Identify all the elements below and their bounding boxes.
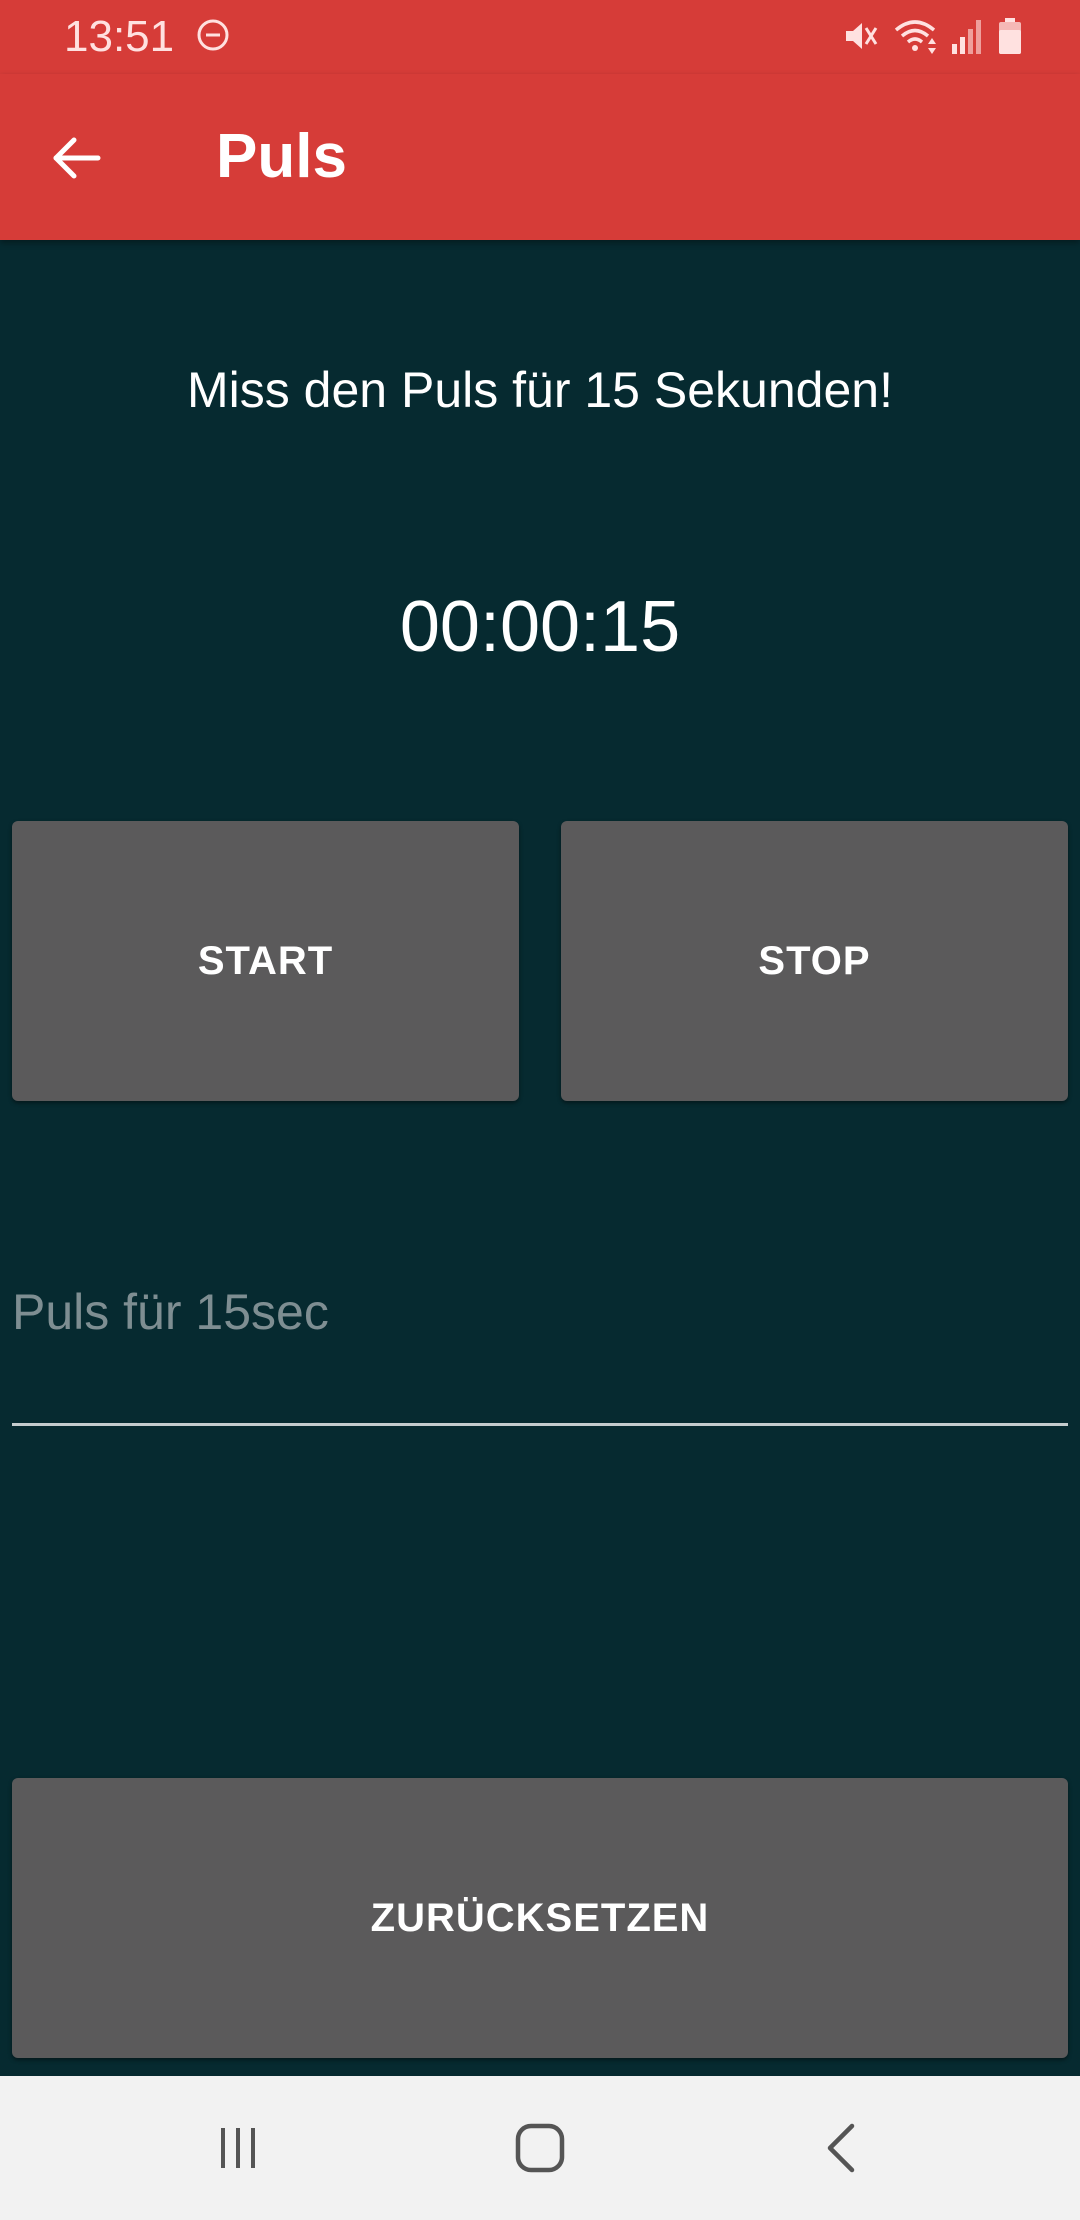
navigation-bar <box>0 2076 1080 2220</box>
page-title: Puls <box>216 122 347 191</box>
back-button[interactable] <box>36 118 116 198</box>
start-button[interactable]: START <box>12 821 519 1101</box>
battery-icon <box>999 18 1021 54</box>
back-icon <box>827 2123 855 2173</box>
nav-back-button[interactable] <box>782 2098 902 2198</box>
home-button[interactable] <box>480 2098 600 2198</box>
app-bar: Puls <box>0 74 1080 240</box>
do-not-disturb-icon <box>197 19 229 51</box>
home-icon <box>515 2123 565 2173</box>
pulse-input[interactable] <box>12 1250 1068 1426</box>
status-icons <box>840 14 1024 58</box>
status-bar: 13:51 <box>0 0 1080 74</box>
recents-icon <box>221 2128 255 2168</box>
pulse-input-field <box>12 1250 1068 1430</box>
timer-display: 00:00:15 <box>399 587 681 667</box>
stop-button[interactable]: STOP <box>561 821 1068 1101</box>
screen: 13:51 Puls Miss den Puls für 15 Sekunden… <box>0 0 1080 2220</box>
reset-button[interactable]: ZURÜCKSETZEN <box>12 1778 1068 2058</box>
wifi-icon <box>894 20 936 54</box>
instruction-text: Miss den Puls für 15 Sekunden! <box>187 362 893 418</box>
arrow-left-icon <box>53 137 101 179</box>
mute-icon <box>846 23 878 49</box>
signal-icon <box>952 20 981 54</box>
status-time: 13:51 <box>64 12 175 61</box>
recents-button[interactable] <box>178 2098 298 2198</box>
